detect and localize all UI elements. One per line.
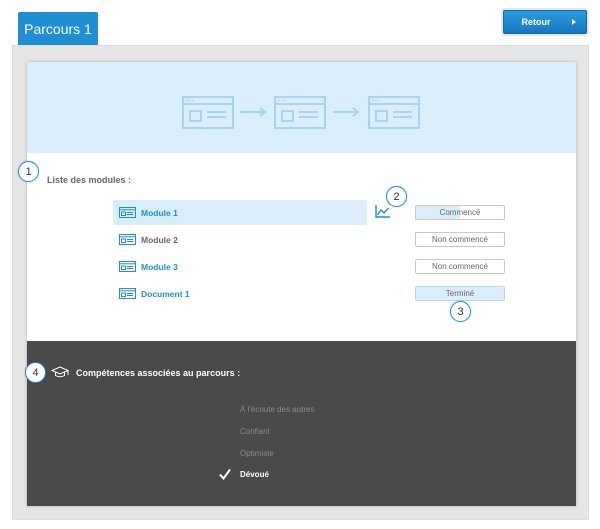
skill-item: Confiant: [240, 427, 270, 436]
status-label: Terminé: [445, 289, 475, 298]
skill-item: Optimiste: [240, 449, 274, 458]
status-badge: Commencé: [415, 205, 505, 220]
callout-2: 2: [386, 186, 407, 207]
module-label: Document 1: [141, 288, 190, 299]
modules-section-title: Liste des modules :: [47, 175, 132, 185]
skills-section: Compétences associées au parcours : À l'…: [27, 341, 576, 506]
status-badge: Non commencé: [415, 232, 505, 247]
module-row-3[interactable]: Module 3: [113, 254, 367, 279]
callout-4: 4: [25, 362, 46, 383]
module-window-icon: [119, 234, 136, 245]
tab-parcours[interactable]: Parcours 1: [18, 12, 98, 45]
module-label: Module 2: [141, 234, 178, 245]
status-badge: Non commencé: [415, 259, 505, 274]
skill-item-acquired: Dévoué: [240, 470, 269, 479]
module-row-2[interactable]: Module 2: [113, 227, 367, 252]
module-window-icon: [119, 288, 136, 299]
course-banner: [27, 62, 576, 153]
skills-section-title: Compétences associées au parcours :: [76, 368, 241, 378]
status-label: Non commencé: [431, 262, 489, 271]
back-button-label: Retour: [521, 17, 551, 27]
callout-1: 1: [18, 161, 39, 182]
module-label: Module 3: [141, 261, 178, 272]
graduation-cap-icon: [51, 366, 69, 378]
status-label: Commencé: [439, 208, 481, 217]
course-card: Liste des modules : Module 1 Module 2 Mo…: [27, 62, 576, 506]
stats-chart-icon[interactable]: [375, 205, 390, 218]
status-label: Non commencé: [431, 235, 489, 244]
checkmark-icon: [219, 468, 231, 480]
callout-3: 3: [450, 301, 471, 322]
arrow-right-icon: [572, 19, 576, 25]
module-window-icon: [119, 207, 136, 218]
module-row-1[interactable]: Module 1: [113, 200, 367, 225]
module-window-icon: [119, 261, 136, 272]
modules-flow-illustration: [182, 96, 420, 129]
skill-item: À l'écoute des autres: [240, 405, 315, 414]
back-button[interactable]: Retour: [503, 10, 587, 34]
status-badge: Terminé: [415, 286, 505, 301]
module-label: Module 1: [141, 207, 178, 218]
module-row-4[interactable]: Document 1: [113, 281, 367, 306]
